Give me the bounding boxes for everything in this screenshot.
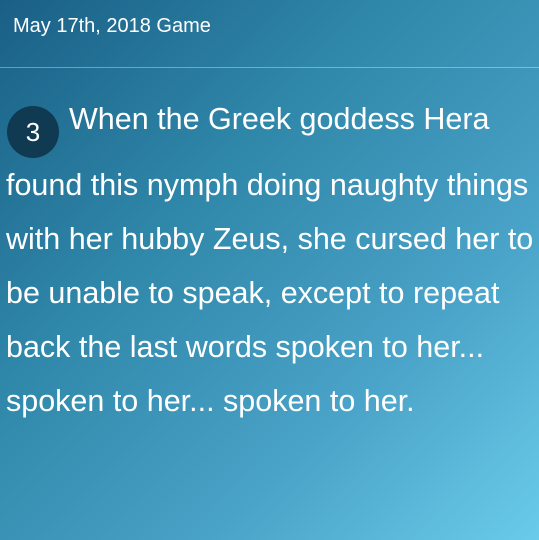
game-date-title: May 17th, 2018 Game <box>13 15 211 37</box>
clue-card: 3 When the Greek goddess Hera found this … <box>6 92 534 428</box>
page-header: May 17th, 2018 Game <box>0 0 539 68</box>
clue-number-badge: 3 <box>7 106 59 158</box>
clue-text: When the Greek goddess Hera found this n… <box>6 102 534 418</box>
